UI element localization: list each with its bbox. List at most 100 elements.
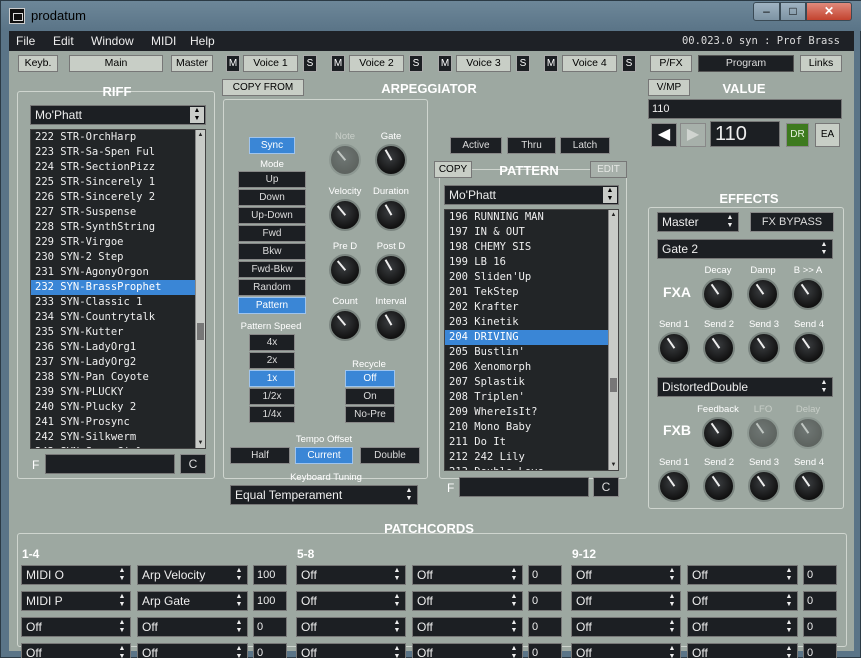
arp-knob-4[interactable] [329, 254, 361, 286]
list-item[interactable]: 230 SYN-2 Step [31, 250, 195, 265]
patch-source-1-2[interactable]: Off ▲ ▼ [571, 591, 681, 611]
list-item[interactable]: 202 Krafter [445, 300, 608, 315]
pattern-filter-input[interactable] [459, 477, 589, 497]
voice-4-solo-button[interactable]: S [622, 55, 636, 72]
list-item[interactable]: 232 SYN-BrassProphet [31, 280, 195, 295]
pattern-speed-0-button[interactable]: 4x [249, 334, 295, 351]
patch-source-3-0[interactable]: Off ▲ ▼ [21, 643, 131, 658]
pattern-speed-4-button[interactable]: 1/4x [249, 406, 295, 423]
patch-dest-1-0[interactable]: Arp Gate ▲ ▼ [137, 591, 248, 611]
copy-from-button[interactable]: COPY FROM [222, 79, 304, 96]
program-button[interactable]: Program [698, 55, 794, 72]
voice-1-mute-button[interactable]: M [226, 55, 240, 72]
list-item[interactable]: 207 Splastik [445, 375, 608, 390]
patch-source-0-0[interactable]: MIDI O ▲ ▼ [21, 565, 131, 585]
voice-1-solo-button[interactable]: S [303, 55, 317, 72]
arp-sync-button[interactable]: Sync [249, 137, 295, 154]
fxa-knob-1[interactable] [747, 278, 779, 310]
tempo-0-button[interactable]: Half [230, 447, 290, 464]
list-item[interactable]: 206 Xenomorph [445, 360, 608, 375]
list-item[interactable]: 213 Double Love [445, 465, 608, 470]
list-item[interactable]: 240 SYN-Plucky 2 [31, 400, 195, 415]
pfx-button[interactable]: P/FX [650, 55, 692, 72]
list-item[interactable]: 233 SYN-Classic 1 [31, 295, 195, 310]
keyboard-button[interactable]: Keyb. [18, 55, 58, 72]
voice-3-mute-button[interactable]: M [438, 55, 452, 72]
patch-dest-1-1[interactable]: Off ▲ ▼ [412, 591, 523, 611]
scroll-thumb[interactable] [197, 323, 204, 340]
arp-active-button[interactable]: Active [450, 137, 502, 154]
patch-amount-3-2[interactable]: 0 [803, 643, 837, 658]
list-item[interactable]: 222 STR-OrchHarp [31, 130, 195, 145]
voice-2-solo-button[interactable]: S [409, 55, 423, 72]
decrement-arrow-icon[interactable]: ◀ [651, 123, 677, 147]
pattern-edit-button[interactable]: EDIT [590, 161, 627, 178]
voice-3-button[interactable]: Voice 3 [456, 55, 511, 72]
list-item[interactable]: 231 SYN-AgonyOrgon [31, 265, 195, 280]
patch-source-3-2[interactable]: Off ▲ ▼ [571, 643, 681, 658]
pattern-copy-button[interactable]: COPY [434, 161, 472, 178]
list-item[interactable]: 204 DRIVING [445, 330, 608, 345]
list-item[interactable]: 224 STR-SectionPizz [31, 160, 195, 175]
scroll-up-icon[interactable]: ▲ [196, 130, 205, 140]
fxa-knob-2[interactable] [792, 278, 824, 310]
minimize-button[interactable]: – [753, 2, 780, 21]
menu-help[interactable]: Help [190, 34, 215, 48]
list-item[interactable]: 242 SYN-Silkwerm [31, 430, 195, 445]
menu-midi[interactable]: MIDI [151, 34, 176, 48]
increment-arrow-icon[interactable]: ▶ [680, 123, 706, 147]
voice-1-button[interactable]: Voice 1 [243, 55, 298, 72]
list-item[interactable]: 235 SYN-Kutter [31, 325, 195, 340]
arp-knob-3[interactable] [375, 199, 407, 231]
links-button[interactable]: Links [800, 55, 842, 72]
patch-dest-2-1[interactable]: Off ▲ ▼ [412, 617, 523, 637]
voice-4-button[interactable]: Voice 4 [562, 55, 617, 72]
pattern-scrollbar[interactable]: ▲ ▼ [608, 210, 618, 470]
list-item[interactable]: 225 STR-Sincerely 1 [31, 175, 195, 190]
main-button[interactable]: Main [69, 55, 163, 72]
patch-amount-0-0[interactable]: 100 [253, 565, 287, 585]
patch-dest-0-2[interactable]: Off ▲ ▼ [687, 565, 798, 585]
scroll-thumb[interactable] [610, 378, 617, 392]
patch-dest-3-1[interactable]: Off ▲ ▼ [412, 643, 523, 658]
patch-source-1-0[interactable]: MIDI P ▲ ▼ [21, 591, 131, 611]
list-item[interactable]: 238 SYN-Pan Coyote [31, 370, 195, 385]
value-display[interactable]: 110 [710, 121, 780, 147]
list-item[interactable]: 239 SYN-PLUCKY [31, 385, 195, 400]
patch-source-2-1[interactable]: Off ▲ ▼ [296, 617, 406, 637]
list-item[interactable]: 212 242 Lily [445, 450, 608, 465]
patch-amount-1-0[interactable]: 100 [253, 591, 287, 611]
tempo-2-button[interactable]: Double [360, 447, 420, 464]
close-button[interactable]: ✕ [806, 2, 852, 21]
pattern-speed-1-button[interactable]: 2x [249, 352, 295, 369]
pattern-speed-2-button[interactable]: 1x [249, 370, 295, 387]
list-item[interactable]: 234 SYN-Countrytalk [31, 310, 195, 325]
scroll-down-icon[interactable]: ▼ [196, 438, 205, 448]
menu-edit[interactable]: Edit [53, 34, 74, 48]
list-item[interactable]: 229 STR-Virgoe [31, 235, 195, 250]
arp-knob-7[interactable] [375, 309, 407, 341]
list-item[interactable]: 227 STR-Suspense [31, 205, 195, 220]
riff-clear-button[interactable]: C [180, 454, 206, 474]
arp-mode-5-button[interactable]: Fwd-Bkw [238, 261, 306, 278]
patch-dest-0-1[interactable]: Off ▲ ▼ [412, 565, 523, 585]
list-item[interactable]: 197 IN & OUT [445, 225, 608, 240]
list-item[interactable]: 237 SYN-LadyOrg2 [31, 355, 195, 370]
tempo-1-button[interactable]: Current [295, 447, 353, 464]
keyboard-tuning-select[interactable]: Equal Temperament ▲ ▼ [230, 485, 418, 505]
voice-4-mute-button[interactable]: M [544, 55, 558, 72]
patch-source-3-1[interactable]: Off ▲ ▼ [296, 643, 406, 658]
fxb-send-knob-1[interactable] [703, 470, 735, 502]
voice-3-solo-button[interactable]: S [516, 55, 530, 72]
arp-knob-0[interactable] [329, 144, 361, 176]
patch-source-2-2[interactable]: Off ▲ ▼ [571, 617, 681, 637]
list-item[interactable]: 210 Mono Baby [445, 420, 608, 435]
list-item[interactable]: 243 SYN-Swee Girl [31, 445, 195, 448]
scroll-down-icon[interactable]: ▼ [609, 460, 618, 470]
fxa-send-knob-2[interactable] [748, 332, 780, 364]
patch-amount-2-1[interactable]: 0 [528, 617, 562, 637]
fxb-type-select[interactable]: DistortedDouble ▲ ▼ [657, 377, 833, 397]
patch-dest-0-0[interactable]: Arp Velocity ▲ ▼ [137, 565, 248, 585]
pattern-list[interactable]: 196 RUNNING MAN 197 IN & OUT 198 CHEMY SIS… [444, 209, 619, 471]
menu-window[interactable]: Window [91, 34, 134, 48]
